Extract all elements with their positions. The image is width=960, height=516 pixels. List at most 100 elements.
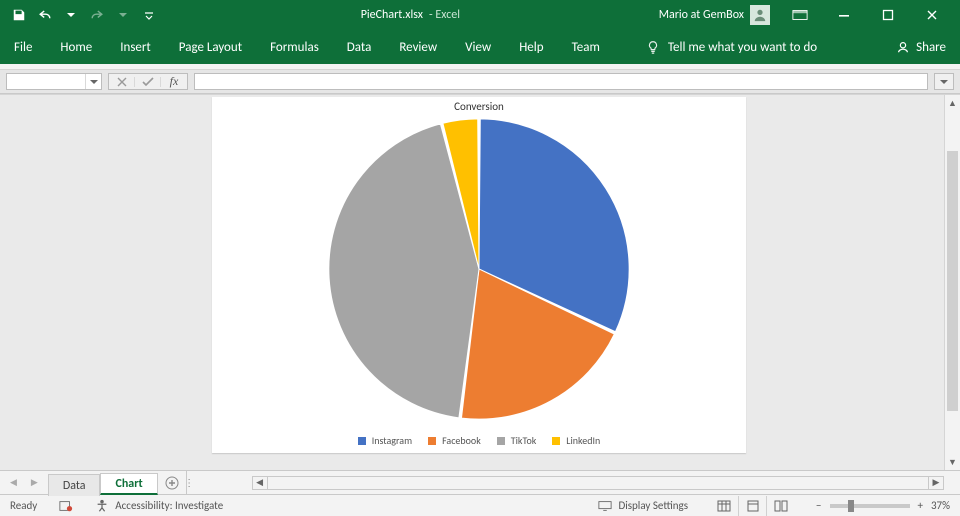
excel-app: PieChart.xlsx - Excel Mario at GemBox (0, 0, 960, 516)
vertical-scroll-track[interactable] (945, 111, 960, 454)
close-button[interactable] (910, 0, 954, 30)
tab-home[interactable]: Home (60, 30, 92, 64)
legend-swatch (497, 437, 505, 445)
status-bar: Ready Accessibility: Investigate Display… (0, 494, 960, 516)
tab-label: Home (60, 40, 92, 55)
tab-data[interactable]: Data (347, 30, 372, 64)
pie-plot-area[interactable] (212, 113, 746, 425)
undo-dropdown[interactable] (58, 1, 84, 29)
minimize-button[interactable] (822, 0, 866, 30)
legend-item-instagram[interactable]: Instagram (358, 434, 412, 447)
tab-view[interactable]: View (465, 30, 491, 64)
zoom-slider-thumb[interactable] (848, 500, 854, 512)
tab-split-handle[interactable] (186, 471, 192, 494)
zoom-in-button[interactable]: + (918, 499, 923, 512)
chart-legend[interactable]: Instagram Facebook TikTok LinkedIn (212, 434, 746, 447)
zoom-out-button[interactable]: − (816, 499, 821, 512)
lightbulb-icon (646, 40, 660, 54)
ribbon-tablist: File Home Insert Page Layout Formulas Da… (0, 30, 960, 64)
horizontal-scroll-track[interactable] (268, 476, 928, 490)
legend-swatch (428, 437, 436, 445)
monitor-icon (598, 500, 612, 512)
tab-label: Page Layout (179, 40, 242, 55)
ribbon-display-options-button[interactable] (778, 0, 822, 30)
enter-formula-button[interactable] (135, 77, 161, 87)
maximize-button[interactable] (866, 0, 910, 30)
insert-function-button[interactable]: fx (161, 74, 187, 89)
qat-customize-button[interactable] (136, 1, 162, 29)
sheet-tab-strip: ◀ ▶ DataChart ◀ ▶ (0, 470, 960, 494)
page-break-view-button[interactable] (766, 496, 794, 516)
formula-input[interactable] (194, 73, 928, 90)
expand-formula-bar-button[interactable] (934, 73, 954, 90)
app-name: - Excel (429, 8, 460, 22)
chart-sheet-surface[interactable]: Conversion Instagram Facebook TikTok Linked… (6, 95, 960, 470)
avatar-icon (750, 5, 770, 25)
sheet-tab-data[interactable]: Data (48, 474, 101, 496)
legend-item-linkedin[interactable]: LinkedIn (552, 434, 600, 447)
sheet-nav-prev[interactable]: ◀ (10, 477, 17, 488)
macro-record-button[interactable] (59, 499, 73, 513)
tell-me-label: Tell me what you want to do (668, 40, 817, 55)
page-layout-view-button[interactable] (738, 496, 766, 516)
new-sheet-button[interactable] (158, 471, 186, 494)
tab-label: Data (347, 40, 372, 55)
share-icon (896, 40, 910, 54)
undo-button[interactable] (32, 1, 58, 29)
save-button[interactable] (6, 1, 32, 29)
tab-insert[interactable]: Insert (120, 30, 151, 64)
scroll-up-button[interactable]: ▲ (945, 95, 960, 111)
display-settings-button[interactable]: Display Settings (598, 499, 688, 512)
tab-help[interactable]: Help (519, 30, 543, 64)
legend-swatch (358, 437, 366, 445)
accessibility-label: Accessibility: Investigate (115, 499, 223, 512)
legend-item-tiktok[interactable]: TikTok (497, 434, 537, 447)
tab-label: Review (399, 40, 437, 55)
scroll-right-button[interactable]: ▶ (928, 476, 944, 490)
signed-in-user[interactable]: Mario at GemBox (659, 5, 770, 25)
sheet-tab-chart[interactable]: Chart (100, 473, 157, 495)
sheet-nav-next[interactable]: ▶ (31, 477, 38, 488)
tab-page-layout[interactable]: Page Layout (179, 30, 242, 64)
legend-label: Instagram (372, 434, 412, 447)
view-switcher (710, 496, 794, 516)
legend-item-facebook[interactable]: Facebook (428, 434, 481, 447)
tab-team[interactable]: Team (572, 30, 600, 64)
horizontal-scrollbar[interactable]: ◀ ▶ (252, 471, 944, 494)
cancel-formula-button[interactable] (109, 77, 135, 87)
normal-view-button[interactable] (710, 496, 738, 516)
tab-label: View (465, 40, 491, 55)
workbook-viewport: Conversion Instagram Facebook TikTok Linked… (0, 94, 960, 470)
legend-label: LinkedIn (566, 434, 600, 447)
zoom-controls: − + 37% (816, 499, 950, 512)
quick-access-toolbar (0, 1, 162, 29)
tab-formulas[interactable]: Formulas (270, 30, 319, 64)
vertical-scroll-thumb[interactable] (947, 151, 958, 411)
legend-swatch (552, 437, 560, 445)
share-label: Share (916, 40, 946, 55)
title-bar: PieChart.xlsx - Excel Mario at GemBox (0, 0, 960, 30)
sheet-tabs: DataChart (48, 471, 158, 494)
share-button[interactable]: Share (896, 40, 946, 55)
tab-label: File (14, 40, 32, 55)
accessibility-checker-button[interactable]: Accessibility: Investigate (95, 499, 223, 513)
tell-me-search[interactable]: Tell me what you want to do (646, 40, 868, 55)
redo-dropdown[interactable] (110, 1, 136, 29)
name-box[interactable] (6, 73, 102, 90)
redo-button[interactable] (84, 1, 110, 29)
scroll-down-button[interactable]: ▼ (945, 454, 960, 470)
zoom-slider[interactable] (830, 504, 910, 508)
tab-file[interactable]: File (14, 30, 32, 64)
tab-review[interactable]: Review (399, 30, 437, 64)
pie-svg (324, 114, 634, 424)
scroll-left-button[interactable]: ◀ (252, 476, 268, 490)
zoom-level-label[interactable]: 37% (931, 499, 950, 512)
vertical-scrollbar[interactable]: ▲ ▼ (944, 95, 960, 470)
chart-title[interactable]: Conversion (212, 97, 746, 113)
tab-label: Help (519, 40, 543, 55)
chart-object[interactable]: Conversion Instagram Facebook TikTok Linked… (212, 97, 746, 453)
status-ready: Ready (10, 499, 37, 512)
name-box-dropdown[interactable] (85, 74, 101, 89)
name-box-input[interactable] (7, 74, 85, 89)
accessibility-icon (95, 499, 109, 513)
